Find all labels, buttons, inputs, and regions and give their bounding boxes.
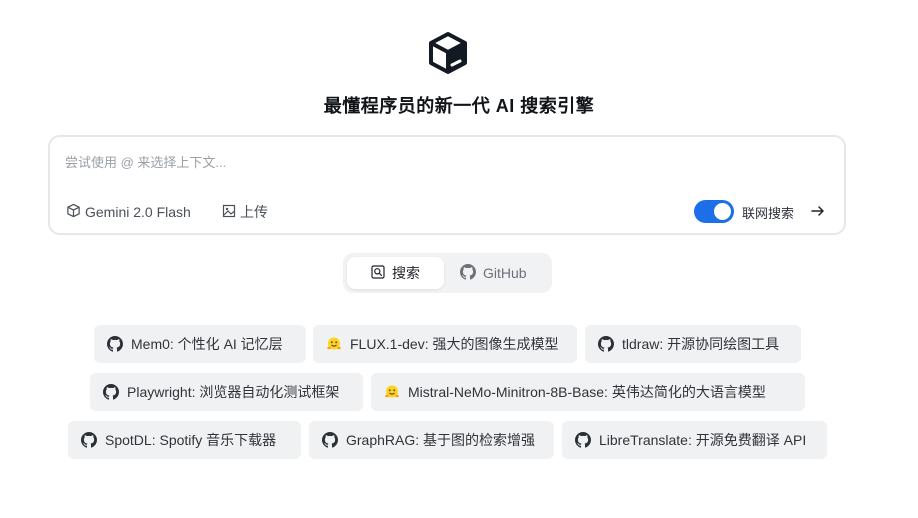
suggestion-chip[interactable]: Mistral-NeMo-Minitron-8B-Base: 英伟达简化的大语言… [371, 373, 805, 411]
page-title: 最懂程序员的新一代 AI 搜索引擎 [323, 96, 595, 116]
model-label: Gemini 2.0 Flash [85, 204, 191, 220]
tab-github-label: GitHub [483, 265, 527, 281]
arrow-right-icon[interactable] [810, 202, 826, 220]
web-search-toggle[interactable] [694, 200, 734, 223]
suggestion-chip[interactable]: FLUX.1-dev: 强大的图像生成模型 [313, 325, 577, 363]
cube-icon [66, 203, 81, 221]
github-icon [103, 384, 119, 400]
search-icon [371, 264, 385, 282]
box-icon [427, 31, 469, 75]
tab-search[interactable]: 搜索 [347, 257, 444, 289]
tab-github[interactable]: GitHub [460, 257, 548, 289]
github-icon [460, 263, 476, 283]
suggestion-chip[interactable]: Mem0: 个性化 AI 记忆层 [94, 325, 306, 363]
mode-tabs: 搜索 GitHub [343, 253, 552, 293]
web-search-label: 联网搜索 [742, 206, 795, 221]
image-icon [222, 204, 236, 221]
github-icon [322, 432, 338, 448]
hugging-face-icon [384, 384, 400, 400]
upload-label: 上传 [240, 204, 268, 220]
suggestion-chip[interactable]: GraphRAG: 基于图的检索增强 [309, 421, 554, 459]
github-icon [575, 432, 591, 448]
suggestion-chip[interactable]: tldraw: 开源协同绘图工具 [585, 325, 801, 363]
github-icon [81, 432, 97, 448]
hugging-face-icon [326, 336, 342, 352]
tab-search-label: 搜索 [392, 265, 420, 281]
upload-button[interactable]: 上传 [222, 203, 268, 221]
github-icon [107, 336, 123, 352]
github-icon [598, 336, 614, 352]
toggle-knob [714, 203, 731, 220]
search-input[interactable]: 尝试使用 @ 来选择上下文... [65, 152, 226, 171]
suggestion-chip[interactable]: Playwright: 浏览器自动化测试框架 [90, 373, 363, 411]
suggestion-chip[interactable]: LibreTranslate: 开源免费翻译 API [562, 421, 827, 459]
model-selector-button[interactable]: Gemini 2.0 Flash [66, 203, 191, 221]
search-box[interactable]: 尝试使用 @ 来选择上下文... Gemini 2.0 Flash 上传 联网搜… [48, 135, 846, 235]
suggestion-chip[interactable]: SpotDL: Spotify 音乐下载器 [68, 421, 301, 459]
